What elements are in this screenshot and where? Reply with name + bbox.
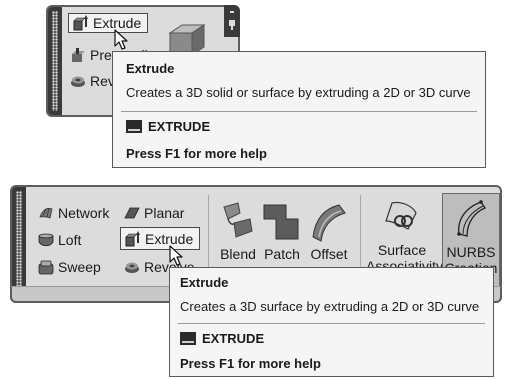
tooltip-title: Extrude xyxy=(180,275,229,290)
mouse-cursor-icon xyxy=(114,29,128,50)
command-line-icon xyxy=(126,120,142,133)
patch-label: Patch xyxy=(264,246,300,262)
patch-button[interactable]: Patch xyxy=(260,201,304,262)
tooltip-command-name: EXTRUDE xyxy=(202,331,265,346)
tooltip-command: EXTRUDE xyxy=(180,331,264,346)
surface-associativity-icon xyxy=(385,201,417,230)
presspull-icon xyxy=(72,48,85,62)
tooltip-description: Creates a 3D solid or surface by extrudi… xyxy=(126,85,471,100)
network-label: Network xyxy=(58,205,110,221)
extrude-tooltip: Extrude Creates a 3D solid or surface by… xyxy=(112,51,486,168)
tooltip-description: Creates a 3D surface by extruding a 2D o… xyxy=(180,299,480,314)
planar-icon xyxy=(124,207,140,219)
blend-button[interactable]: Blend xyxy=(216,201,260,262)
extrude-tooltip: Extrude Creates a 3D surface by extrudin… xyxy=(169,267,494,377)
tooltip-command-name: EXTRUDE xyxy=(148,119,211,134)
tooltip-help: Press F1 for more help xyxy=(180,356,321,371)
tooltip-command: EXTRUDE xyxy=(126,119,210,134)
tooltip-title: Extrude xyxy=(126,61,175,76)
planar-command[interactable]: Planar xyxy=(124,203,184,223)
extrude-icon xyxy=(73,15,88,31)
sweep-command[interactable]: Sweep xyxy=(38,257,101,277)
loft-command[interactable]: Loft xyxy=(38,230,81,250)
network-icon xyxy=(39,207,53,219)
planar-label: Planar xyxy=(144,205,185,221)
offset-label: Offset xyxy=(310,246,348,262)
blend-label: Blend xyxy=(220,246,256,262)
tooltip-divider xyxy=(178,323,485,324)
offset-button[interactable]: Offset xyxy=(304,201,354,262)
revolve-icon xyxy=(71,76,85,87)
panel-grip[interactable] xyxy=(48,7,62,115)
offset-icon xyxy=(312,204,346,242)
loft-icon xyxy=(38,233,54,247)
sweep-label: Sweep xyxy=(58,259,101,275)
network-command[interactable]: Network xyxy=(38,203,109,223)
extrude-icon xyxy=(125,230,140,246)
patch-icon xyxy=(263,204,299,240)
loft-label: Loft xyxy=(58,232,82,248)
blend-icon xyxy=(223,202,253,238)
extrude-command[interactable]: Extrude xyxy=(120,227,200,250)
panel-side-bar[interactable] xyxy=(224,5,240,37)
surface-associativity-button[interactable]: Surface Associativity xyxy=(366,199,443,274)
panel-grip[interactable] xyxy=(12,187,26,301)
command-line-icon xyxy=(180,332,196,345)
nurbs-creation-icon xyxy=(457,200,486,237)
panel-pin-icon xyxy=(229,11,235,30)
mouse-cursor-icon xyxy=(169,245,183,266)
revolve-icon xyxy=(125,262,139,273)
extrude-command[interactable]: Extrude xyxy=(68,13,148,33)
sweep-icon xyxy=(38,260,54,275)
tooltip-divider xyxy=(121,111,477,112)
tooltip-help: Press F1 for more help xyxy=(126,146,267,161)
